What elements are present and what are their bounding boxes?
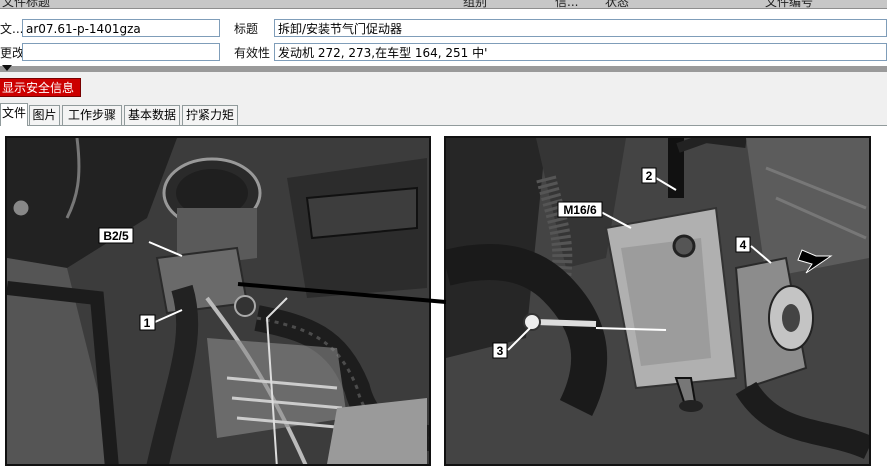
show-safety-info-button[interactable]: 显示安全信息 <box>0 78 82 97</box>
tab-work-steps[interactable]: 工作步骤 <box>62 105 122 125</box>
tab-images[interactable]: 图片 <box>29 105 60 125</box>
title-field[interactable]: 拆卸/安装节气门促动器 <box>274 19 887 37</box>
document-content: B2/5 1 2 M16/6 4 3 <box>0 126 887 474</box>
column-header-bar: 文件标题 组别 信... 状态 文件编号 <box>0 0 887 9</box>
validity-label: 有效性 <box>234 46 271 60</box>
tab-basic-data[interactable]: 基本数据 <box>124 105 180 125</box>
tab-document[interactable]: 文件 <box>0 103 28 126</box>
change-label: 更改 <box>0 46 25 60</box>
change-field[interactable] <box>22 43 220 61</box>
doc-number-field[interactable]: ar07.61-p-1401gza <box>22 19 220 37</box>
document-header: 文... ar07.61-p-1401gza 标题 拆卸/安装节气门促动器 更改… <box>0 9 887 66</box>
validity-field[interactable]: 发动机 272, 273,在车型 164, 251 中' <box>274 43 887 61</box>
doc-number-label: 文... <box>0 22 24 36</box>
collapse-arrow-icon[interactable] <box>2 65 12 71</box>
panel-splitter[interactable] <box>0 65 887 72</box>
tab-torque[interactable]: 拧紧力矩 <box>182 105 238 125</box>
title-label: 标题 <box>234 22 259 36</box>
photo-connector-line <box>237 282 447 304</box>
